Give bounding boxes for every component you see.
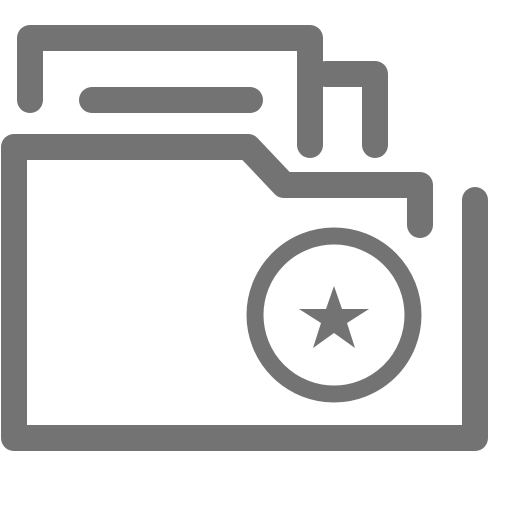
middle-document-sheet <box>313 61 388 158</box>
starred-folder-icon <box>1 25 488 451</box>
starred-folder-icon-container <box>0 0 512 512</box>
star-icon <box>299 286 369 348</box>
